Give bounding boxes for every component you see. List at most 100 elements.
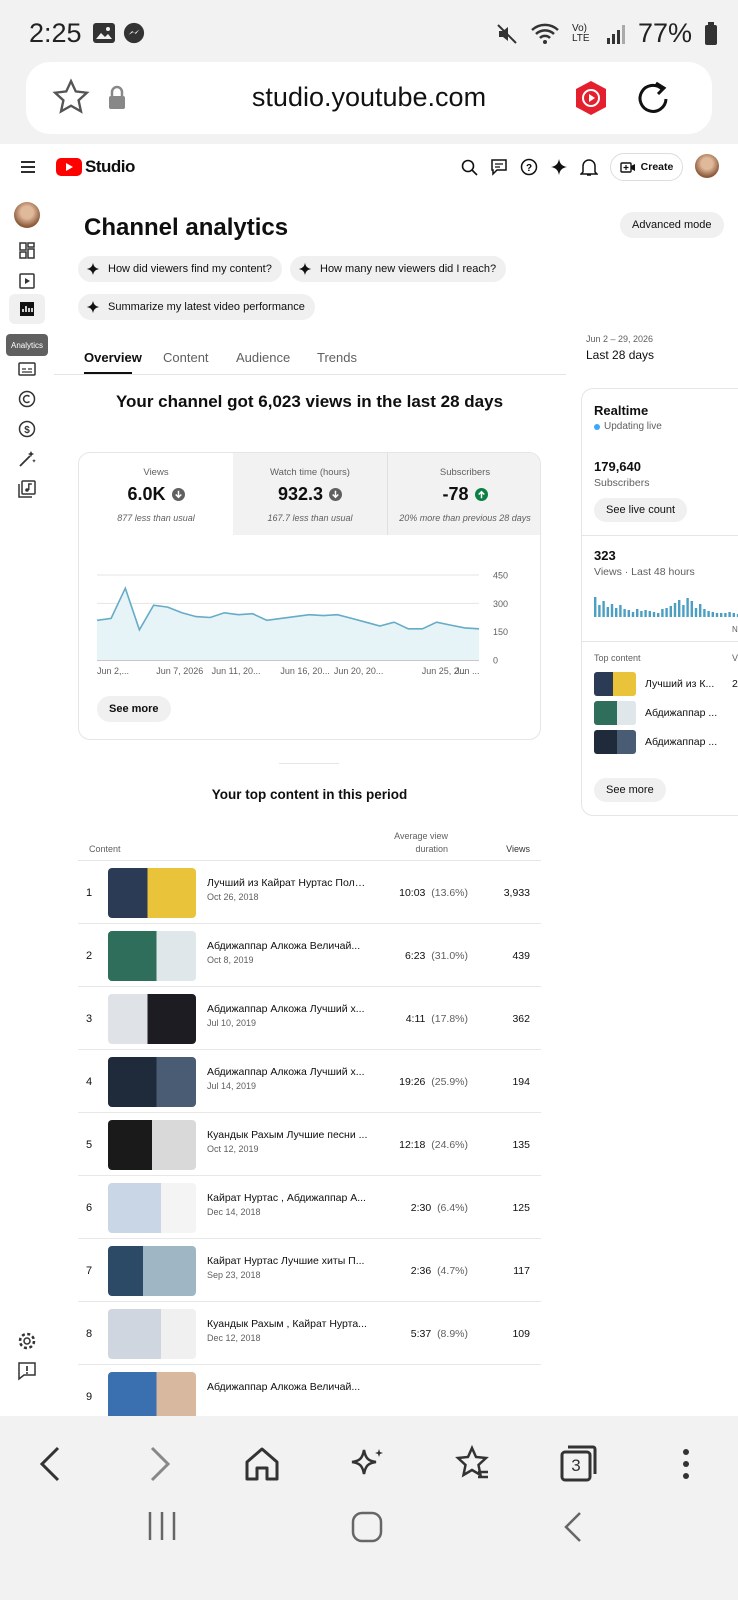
video-thumbnail[interactable] <box>108 1183 196 1233</box>
video-thumbnail[interactable] <box>594 730 636 754</box>
video-thumbnail[interactable] <box>108 931 196 981</box>
video-thumbnail[interactable] <box>108 1120 196 1170</box>
video-title[interactable]: Кайрат Нуртас , Абдижаппар А... <box>207 1192 369 1204</box>
video-thumbnail[interactable] <box>108 1309 196 1359</box>
customization-icon[interactable] <box>16 448 38 470</box>
more-options-icon[interactable] <box>666 1444 706 1484</box>
realtime-content-item[interactable]: Абдижаппар ... <box>594 701 738 725</box>
sparkle-icon[interactable] <box>550 158 568 176</box>
video-title[interactable]: Куандык Рахым Лучшие песни ... <box>207 1129 369 1141</box>
video-title[interactable]: Лучший из Кайрат Нуртас Полн... <box>207 877 369 889</box>
realtime-bar <box>652 612 656 617</box>
analytics-icon <box>20 302 34 316</box>
system-back-icon[interactable] <box>562 1510 586 1544</box>
table-row[interactable]: 7 Кайрат Нуртас Лучшие хиты П... Sep 23, 2… <box>78 1239 541 1302</box>
tab-overview[interactable]: Overview <box>84 350 142 365</box>
table-row[interactable]: 5 Куандык Рахым Лучшие песни ... Oct 12, 2… <box>78 1113 541 1176</box>
audio-library-icon[interactable] <box>16 478 38 500</box>
system-home-icon[interactable] <box>350 1510 384 1544</box>
sidebar-item-analytics[interactable] <box>9 294 45 324</box>
suggestion-chip-3[interactable]: Summarize my latest video performance <box>78 294 315 320</box>
mute-icon <box>497 23 517 44</box>
metric-subscribers[interactable]: Subscribers -78 20% more than previous 2… <box>387 453 540 535</box>
account-avatar[interactable] <box>695 154 719 178</box>
video-thumbnail[interactable] <box>108 868 196 918</box>
tab-content[interactable]: Content <box>163 350 209 365</box>
video-title[interactable]: Абдижаппар Алкожа Лучший х... <box>207 1066 369 1078</box>
youtube-studio-extension-icon[interactable] <box>574 80 608 116</box>
forward-icon[interactable] <box>138 1444 178 1484</box>
video-title[interactable]: Куандык Рахым , Кайрат Нурта... <box>207 1318 369 1330</box>
table-row[interactable]: 9 Абдижаппар Алкожа Величай... <box>78 1365 541 1416</box>
studio-logo-text: Studio <box>85 157 135 176</box>
advanced-mode-button[interactable]: Advanced mode <box>620 212 724 238</box>
notifications-icon[interactable] <box>580 157 598 177</box>
url-text[interactable]: studio.youtube.com <box>26 82 712 113</box>
avd-percent: (17.8%) <box>431 1013 468 1025</box>
realtime-content-item[interactable]: Абдижаппар ... <box>594 730 738 754</box>
messenger-icon <box>123 22 145 44</box>
realtime-bar <box>720 613 723 617</box>
create-button[interactable]: Create <box>610 153 683 181</box>
table-row[interactable]: 8 Куандык Рахым , Кайрат Нурта... Dec 12, … <box>78 1302 541 1365</box>
settings-icon[interactable] <box>16 1330 38 1352</box>
recent-apps-icon[interactable] <box>146 1508 178 1544</box>
bookmarks-icon[interactable] <box>452 1444 492 1484</box>
video-title[interactable]: Абдижаппар Алкожа Величай... <box>207 1381 369 1393</box>
menu-icon[interactable] <box>20 160 36 174</box>
avd-percent: (13.6%) <box>431 887 468 899</box>
feedback-icon[interactable] <box>16 1360 38 1382</box>
ai-sparkle-icon[interactable] <box>348 1444 388 1484</box>
video-thumbnail[interactable] <box>594 701 636 725</box>
video-thumbnail[interactable] <box>108 1372 196 1416</box>
help-icon[interactable]: ? <box>520 158 538 176</box>
sparkle-icon <box>86 300 100 314</box>
studio-logo[interactable]: Studio <box>56 157 135 177</box>
table-row[interactable]: 2 Абдижаппар Алкожа Величай... Oct 8, 2019… <box>78 924 541 987</box>
suggestion-label: How many new viewers did I reach? <box>320 263 497 275</box>
metric-views[interactable]: Views 6.0K 877 less than usual <box>79 453 233 535</box>
tab-trends[interactable]: Trends <box>317 350 357 365</box>
avd-time: 19:26 <box>399 1076 426 1088</box>
date-range-picker[interactable]: Jun 2 – 29, 2026 Last 28 days <box>586 334 654 362</box>
tabs-button[interactable]: 3 <box>558 1444 598 1484</box>
home-icon[interactable] <box>242 1444 282 1484</box>
video-date: Dec 12, 2018 <box>207 1333 261 1343</box>
video-thumbnail[interactable] <box>108 1246 196 1296</box>
reload-icon[interactable] <box>634 77 672 117</box>
realtime-bar <box>661 609 664 617</box>
subtitles-icon[interactable] <box>16 358 38 380</box>
realtime-content-item[interactable]: Лучший из К... 2 <box>594 672 738 696</box>
video-title[interactable]: Абдижаппар Алкожа Величай... <box>207 940 369 952</box>
copyright-icon[interactable] <box>16 388 38 410</box>
video-thumbnail[interactable] <box>594 672 636 696</box>
realtime-bar <box>707 611 710 617</box>
table-row[interactable]: 1 Лучший из Кайрат Нуртас Полн... Oct 26, … <box>78 861 541 924</box>
video-title[interactable]: Кайрат Нуртас Лучшие хиты П... <box>207 1255 369 1267</box>
video-title[interactable]: Абдижаппар Алкожа Лучший х... <box>207 1003 369 1015</box>
suggestion-chip-1[interactable]: How did viewers find my content? <box>78 256 282 282</box>
address-bar[interactable]: studio.youtube.com <box>26 62 712 134</box>
back-icon[interactable] <box>32 1444 72 1484</box>
table-row[interactable]: 6 Кайрат Нуртас , Абдижаппар А... Dec 14, … <box>78 1176 541 1239</box>
channel-avatar[interactable] <box>14 202 40 228</box>
battery-icon <box>705 21 717 45</box>
realtime-views-bars[interactable] <box>594 589 738 619</box>
suggestion-chip-2[interactable]: How many new viewers did I reach? <box>290 256 507 282</box>
tab-audience[interactable]: Audience <box>236 350 290 365</box>
see-live-count-button[interactable]: See live count <box>594 498 688 522</box>
comments-icon[interactable] <box>490 158 508 176</box>
earn-icon[interactable]: $ <box>16 418 38 440</box>
table-row[interactable]: 3 Абдижаппар Алкожа Лучший х... Jul 10, 20… <box>78 987 541 1050</box>
table-row[interactable]: 4 Абдижаппар Алкожа Лучший х... Jul 14, 20… <box>78 1050 541 1113</box>
views-chart[interactable]: 450 300 150 0 Jun 2,... Jun 7, 2026 Jun 11, 20… <box>79 543 541 683</box>
realtime-see-more-button[interactable]: See more <box>594 778 666 802</box>
video-thumbnail[interactable] <box>108 1057 196 1107</box>
search-icon[interactable] <box>461 159 478 176</box>
video-thumbnail[interactable] <box>108 994 196 1044</box>
realtime-bar <box>682 605 685 617</box>
content-icon[interactable] <box>16 270 38 292</box>
metric-watch-time[interactable]: Watch time (hours) 932.3 167.7 less than… <box>233 453 387 535</box>
see-more-button[interactable]: See more <box>97 696 171 722</box>
dashboard-icon[interactable] <box>16 240 38 262</box>
